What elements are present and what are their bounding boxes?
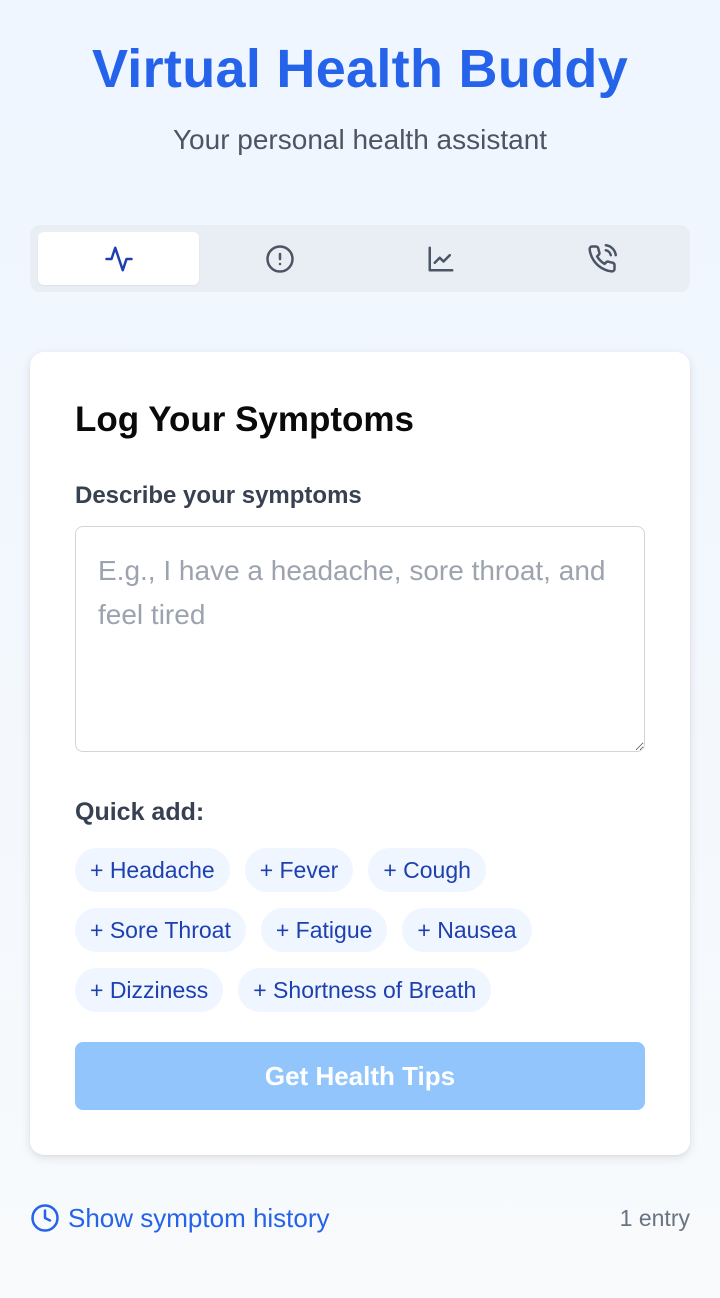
tab-contact[interactable]	[521, 232, 682, 285]
tab-trends[interactable]	[360, 232, 521, 285]
quick-add-label: Quick add:	[75, 798, 205, 826]
show-history-link[interactable]: Show symptom history	[30, 1200, 330, 1236]
clock-icon	[31, 1204, 59, 1232]
tab-symptoms[interactable]	[38, 232, 199, 285]
activity-icon	[104, 246, 133, 271]
phone-call-icon	[587, 243, 617, 273]
get-health-tips-button[interactable]: Get Health Tips	[75, 1042, 645, 1110]
card-title: Log Your Symptoms	[75, 400, 415, 439]
app-title: Virtual Health Buddy	[91, 39, 629, 99]
symptom-input-label: Describe your symptoms	[75, 482, 362, 509]
chip-shortness-of-breath[interactable]: + Shortness of Breath	[238, 968, 492, 1012]
tab-bar	[30, 225, 690, 292]
chip-cough[interactable]: + Cough	[368, 848, 486, 892]
tab-alerts[interactable]	[199, 232, 360, 285]
chip-dizziness[interactable]: + Dizziness	[75, 968, 224, 1012]
quick-add-chips: + Headache + Fever + Cough + Sore Throat…	[75, 848, 655, 1012]
chip-sore-throat[interactable]: + Sore Throat	[75, 908, 246, 952]
symptom-input[interactable]	[75, 526, 645, 752]
chip-nausea[interactable]: + Nausea	[402, 908, 532, 952]
line-chart-icon	[428, 246, 453, 271]
show-history-label: Show symptom history	[68, 1202, 330, 1233]
entry-count: 1 entry	[619, 1205, 690, 1231]
chip-headache[interactable]: + Headache	[75, 848, 230, 892]
symptom-log-card: Log Your Symptoms Describe your symptoms…	[30, 352, 690, 1155]
chip-fever[interactable]: + Fever	[244, 848, 354, 892]
app-subtitle: Your personal health assistant	[172, 124, 548, 155]
chip-fatigue[interactable]: + Fatigue	[260, 908, 388, 952]
alert-circle-icon	[265, 244, 294, 273]
